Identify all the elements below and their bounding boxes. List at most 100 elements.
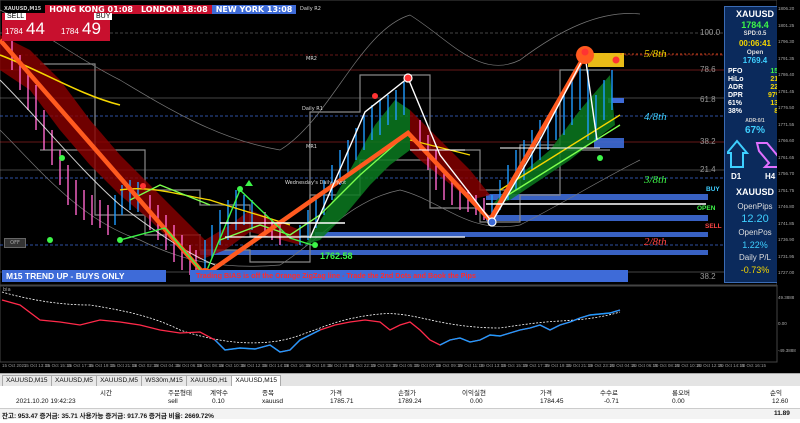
price-tick: 1761.65 xyxy=(778,154,795,160)
rp-open-pips: 12.20 xyxy=(741,213,769,225)
terminal-cell: 12.60 xyxy=(772,398,789,405)
rp-symbol: XAUUSD xyxy=(735,9,774,19)
rp-stat-row: 61%138 xyxy=(728,100,782,107)
rp-stat-key: 61% xyxy=(728,100,743,107)
total-profit: 11.89 xyxy=(774,410,790,417)
terminal-cell: 0.00 xyxy=(470,398,483,405)
rp-stat-row: HiLo215 xyxy=(728,76,782,83)
chart-tab-bar: XAUUSD,M15 XAUUSD,M5 XAUUSD,M5 WS30m,M15 XAU… xyxy=(0,373,800,387)
account-summary: 잔고: 953.47 증거금: 35.71 사용가능 증거금: 917.76 증… xyxy=(2,413,214,420)
label-mr1: MR1 xyxy=(306,144,317,150)
rp-open-pos-label: OpenPos xyxy=(738,228,772,237)
price-tick: 1806.20 xyxy=(778,6,795,11)
low-dot-2 xyxy=(487,217,497,227)
rp-symbol-2: XAUUSD xyxy=(735,187,774,197)
rp-open-pos: 1.22% xyxy=(742,240,768,250)
price-tick: 1786.40 xyxy=(778,72,795,77)
price-tick: 1796.30 xyxy=(778,39,795,44)
level-0-label: 38.2 xyxy=(700,272,716,281)
terminal-cell: 0.10 xyxy=(212,398,225,405)
price-tick: 1741.85 xyxy=(778,220,795,226)
terminal-cell: sell xyxy=(168,398,178,405)
buy-price-big: 49 xyxy=(82,19,101,38)
rp-stat-row: 38%85 xyxy=(728,108,782,115)
terminal-column-header[interactable]: 가격 xyxy=(540,387,552,397)
level-100-label: 100.0 xyxy=(700,28,721,37)
label-mr2: MR2 xyxy=(306,56,317,62)
indicator-frame xyxy=(0,285,778,363)
level-618-label: 61.8 xyxy=(700,95,716,104)
terminal-column-header[interactable]: 종목 xyxy=(262,387,274,397)
price-tick: 1736.90 xyxy=(778,237,795,242)
rp-d1: D1 xyxy=(731,172,742,181)
terminal-column-header[interactable]: 손절가 xyxy=(398,387,416,397)
terminal-column-header[interactable]: 가격 xyxy=(330,387,342,397)
ind-axis-bot: -49.3888 xyxy=(778,348,796,353)
chart-area[interactable] xyxy=(0,0,800,372)
rp-stat-row: DPR 97% xyxy=(728,92,782,99)
price-axis: 1806.20 1801.25 1796.30 1791.35 1786.40 1781.… xyxy=(777,0,800,285)
buy-price-small: 1784 xyxy=(61,27,79,36)
rp-stat-key: 38% xyxy=(728,108,743,115)
fib-label-5-8: 5/8th xyxy=(644,48,667,60)
zone-blue-1 xyxy=(486,194,708,200)
rp-daily-pl-label: Daily P/L xyxy=(738,253,771,262)
buy-button[interactable]: BUY 1784 49 xyxy=(58,13,113,41)
zone-blue-4 xyxy=(200,250,708,255)
terminal-column-header[interactable]: 주문형태 xyxy=(168,387,192,397)
terminal-column-header[interactable]: 시간 xyxy=(100,387,112,397)
price-tick: 1766.60 xyxy=(778,138,795,143)
rp-stat-key: DPR xyxy=(728,92,743,99)
toggle-off-button[interactable]: OFF xyxy=(4,238,26,248)
rp-daily-pl: -0.73% xyxy=(740,265,770,275)
green-dot-6 xyxy=(59,155,65,161)
label-daily-r1: Daily R1 xyxy=(302,106,323,112)
side-open-label: OPEN xyxy=(697,205,716,212)
rp-stat-row: ADR223 xyxy=(728,84,782,91)
red-dot-1 xyxy=(581,48,589,56)
level-382-label: 38.2 xyxy=(700,137,716,146)
rp-stat-key: ADR xyxy=(728,84,744,91)
terminal-footer: 잔고: 953.47 증거금: 35.71 사용가능 증거금: 917.76 증… xyxy=(0,408,800,420)
price-tag-label: 1762.58 xyxy=(320,251,353,261)
one-click-trading: SELL 1784 44 BUY 1784 49 xyxy=(2,13,113,43)
terminal-cell: 1785.71 xyxy=(330,398,354,405)
indicator-axis: 49.3888 0.00 -49.3888 xyxy=(777,286,800,362)
indicator-label: bia xyxy=(3,287,11,293)
terminal-column-header[interactable]: 이익실현 xyxy=(462,387,486,397)
rp-stat-row: PFO150 xyxy=(728,68,782,75)
price-tick: 1791.35 xyxy=(778,55,795,61)
chart-symbol-label: XAUUSD,M15 xyxy=(4,6,42,12)
terminal-cell: 1789.24 xyxy=(398,398,422,405)
trend-banner: M15 TREND UP - BUYS ONLY xyxy=(2,270,166,282)
side-sell-label: SELL xyxy=(705,223,722,230)
sell-price-small: 1784 xyxy=(5,27,23,36)
terminal-column-header[interactable]: 순익 xyxy=(770,387,782,397)
price-tick: 1776.50 xyxy=(778,105,795,110)
level-786-label: 78.6 xyxy=(700,65,716,74)
green-dot-1 xyxy=(597,155,603,161)
rp-stat-key: HiLo xyxy=(728,76,744,83)
rp-open-pips-label: OpenPips xyxy=(737,202,773,211)
ind-axis-top: 49.3888 xyxy=(778,295,795,300)
label-daily-r2: Daily R2 xyxy=(300,6,321,12)
label-weekly-pivot: Wednesday's Daily Pivot xyxy=(285,180,347,186)
fib-label-3-8: 3/8th xyxy=(644,174,667,186)
trading-terminal: XAUUSD,M15 HONG KONG 01:08 LONDON 18:08 … xyxy=(0,0,800,423)
trend-arrows xyxy=(727,139,782,168)
rp-spread: SPD:0.5 xyxy=(743,31,767,37)
terminal-column-header[interactable]: 계약수 xyxy=(210,387,228,397)
session-newyork: NEW YORK 13:08 xyxy=(211,4,297,14)
rp-timer: 00:06:41 xyxy=(738,39,772,48)
terminal-cell: 1784.45 xyxy=(540,398,564,405)
rp-adr-label: ADR:0/1 xyxy=(745,118,765,124)
fib-label-2-8: 2/8th xyxy=(644,236,667,248)
terminal-column-header[interactable]: 롱오버 xyxy=(672,387,690,397)
terminal-column-header[interactable]: 수수료 xyxy=(600,387,618,397)
rp-h4: H4 xyxy=(765,172,776,181)
price-tick: 1751.75 xyxy=(778,187,795,193)
red-dot-2 xyxy=(612,56,620,64)
sell-price-big: 44 xyxy=(26,19,45,38)
sell-button[interactable]: SELL 1784 44 xyxy=(2,13,54,41)
green-dot-3 xyxy=(117,237,123,243)
